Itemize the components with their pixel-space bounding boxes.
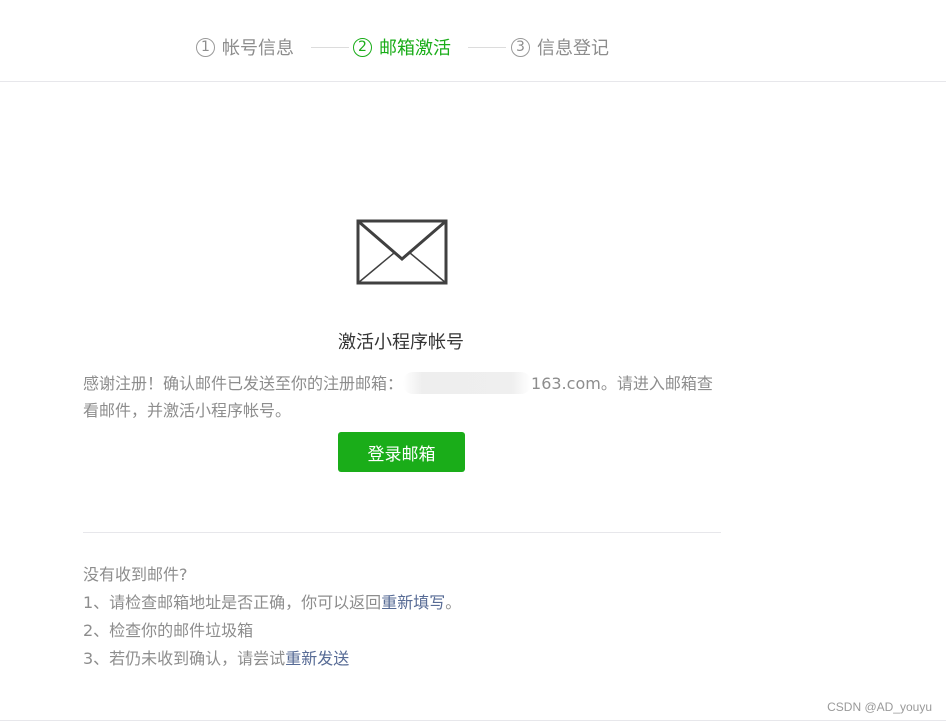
page-title: 激活小程序帐号 [338,332,464,353]
step-account-info: 1 帐号信息 [196,34,294,60]
help-section: 没有收到邮件? 1、请检查邮箱地址是否正确，你可以返回重新填写。 2、检查你的邮… [83,561,723,673]
help-line-1: 1、请检查邮箱地址是否正确，你可以返回重新填写。 [83,589,723,617]
step-separator [468,47,506,48]
help-line-2: 2、检查你的邮件垃圾箱 [83,621,254,640]
masked-email-redaction [403,372,532,394]
help-line-1-end: 。 [445,593,462,612]
step-email-activation: 2 邮箱激活 [353,34,451,60]
help-line-3-text: 3、若仍未收到确认，请尝试 [83,649,286,668]
help-line-1-text: 1、请检查邮箱地址是否正确，你可以返回 [83,593,382,612]
bottom-border [0,720,946,721]
step-label-email-activation: 邮箱激活 [379,38,451,59]
divider [83,532,721,533]
activation-description: 感谢注册！确认邮件已发送至你的注册邮箱： 163.com。请进入邮箱查看邮件，并激… [83,370,723,424]
description-text: 感谢注册！确认邮件已发送至你的注册邮箱： [83,374,404,393]
progress-stepper: 1 帐号信息 2 邮箱激活 3 信息登记 [0,0,946,82]
resend-link[interactable]: 重新发送 [285,649,349,668]
help-heading: 没有收到邮件? [83,565,188,584]
step-number-2: 2 [353,37,372,57]
step-number-3: 3 [511,37,530,57]
step-info-registration: 3 信息登记 [511,34,609,60]
step-separator [311,47,349,48]
page: 1 帐号信息 2 邮箱激活 3 信息登记 激活小程序帐号 感谢注册！确认邮件已发… [0,0,946,726]
help-line-3: 3、若仍未收到确认，请尝试重新发送 [83,645,723,673]
login-email-button[interactable]: 登录邮箱 [338,432,465,472]
step-label-account-info: 帐号信息 [222,38,294,59]
email-domain: 163.com [531,374,601,393]
step-number-1: 1 [196,37,215,57]
refill-link[interactable]: 重新填写 [381,593,445,612]
step-label-info-registration: 信息登记 [537,38,609,59]
watermark: CSDN @AD_youyu [827,700,932,714]
envelope-icon [356,219,448,285]
